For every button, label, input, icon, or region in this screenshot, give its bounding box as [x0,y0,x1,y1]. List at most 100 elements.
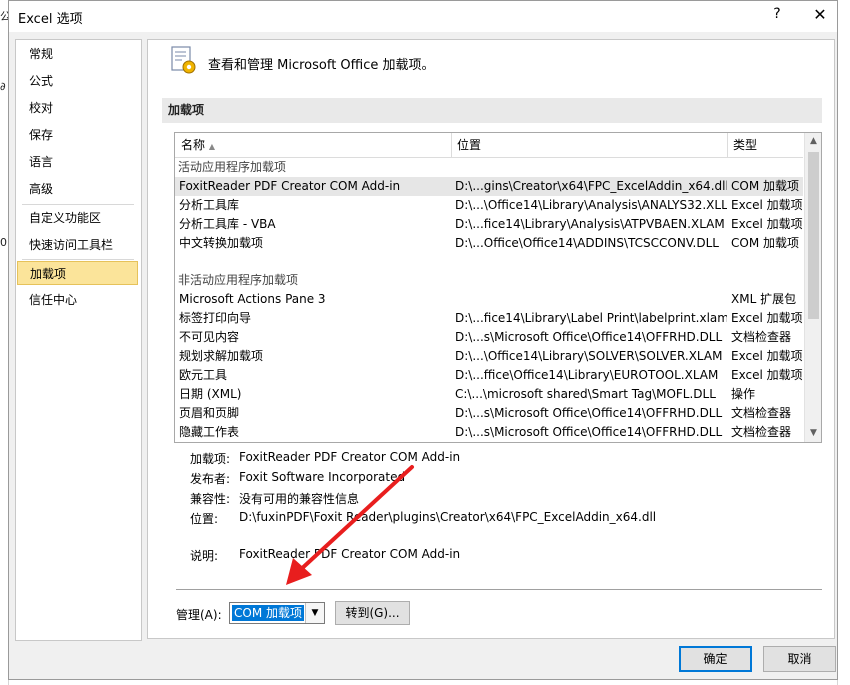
ok-button[interactable]: 确定 [679,646,752,672]
detail-publisher-label: 发布者: [190,472,231,486]
title-bar: Excel 选项 ? ✕ [9,1,837,32]
scroll-down-icon[interactable]: ▼ [805,425,821,442]
detail-publisher-value: Foxit Software Incorporated [239,470,406,484]
column-divider[interactable] [727,133,728,157]
addin-location: D:\...fice14\Library\Label Print\labelpr… [455,311,727,325]
dialog-title: Excel 选项 [18,12,83,27]
addin-name: 隐藏工作表 [179,425,240,439]
nav-item-language[interactable]: 语言 [17,150,138,174]
nav-item-formulas[interactable]: 公式 [17,69,138,93]
addins-gear-icon [171,46,196,74]
group-inactive-addins: 非活动应用程序加载项 [178,273,299,287]
addin-name: 页眉和页脚 [179,406,240,420]
table-row[interactable]: 分析工具库 D:\...\Office14\Library\Analysis\A… [175,196,803,215]
nav-item-addins[interactable]: 加载项 [17,261,138,285]
addin-type: 文档检查器 [731,330,792,344]
detail-compat-label: 兼容性: [190,492,231,506]
nav-divider [22,204,134,205]
scroll-thumb[interactable] [808,152,819,319]
scroll-up-icon[interactable]: ▲ [805,133,821,150]
addin-type: 操作 [731,387,756,401]
help-button[interactable]: ? [767,6,787,26]
addin-type: 文档检查器 [731,425,792,439]
column-type-header[interactable]: 类型 [733,133,757,157]
detail-location-value: D:\fuxinPDF\Foxit Reader\plugins\Creator… [239,510,657,524]
manage-label: 管理(A): [176,608,222,622]
background-sheet-right [837,0,850,685]
addin-name: 标签打印向导 [179,311,252,325]
addin-location: C:\...\microsoft shared\Smart Tag\MOFL.D… [455,387,716,401]
nav-item-proofing[interactable]: 校对 [17,96,138,120]
cancel-button[interactable]: 取消 [763,646,836,672]
addin-location: D:\...ffice\Office14\Library\EUROTOOL.XL… [455,368,719,382]
nav-item-general[interactable]: 常规 [17,42,138,66]
detail-addin-value: FoxitReader PDF Creator COM Add-in [239,450,461,464]
group-active-addins: 活动应用程序加载项 [178,160,287,174]
go-button[interactable]: 转到(G)... [335,601,410,625]
table-row[interactable]: 欧元工具 D:\...ffice\Office14\Library\EUROTO… [175,366,803,385]
addin-name: 不可见内容 [179,330,240,344]
nav-item-trust-center[interactable]: 信任中心 [17,288,138,312]
background-fragment: ∂ [0,80,6,93]
addin-location: D:\...gins\Creator\x64\FPC_ExcelAddin_x6… [455,179,727,193]
addin-type: XML 扩展包 [731,292,797,306]
addin-type: 文档检查器 [731,406,792,420]
close-button[interactable]: ✕ [809,5,831,27]
chevron-down-icon[interactable]: ▼ [305,603,324,623]
table-row[interactable]: 隐藏工作表 D:\...s\Microsoft Office\Office14\… [175,423,803,442]
addins-panel: 查看和管理 Microsoft Office 加载项。 加载项 名称 ▲ 位置 … [147,39,835,639]
table-row[interactable]: 标签打印向导 D:\...fice14\Library\Label Print\… [175,309,803,328]
nav-item-customize-ribbon[interactable]: 自定义功能区 [17,206,138,230]
detail-desc-label: 说明: [190,549,219,563]
addin-name: 规划求解加载项 [179,349,264,363]
addins-list[interactable]: 名称 ▲ 位置 类型 活动应用程序加载项 FoxitReader PDF Cre… [174,132,822,443]
addin-name: Microsoft Actions Pane 3 [179,292,326,306]
table-row[interactable]: 分析工具库 - VBA D:\...fice14\Library\Analysi… [175,215,803,234]
section-title: 加载项 [162,98,822,123]
table-row[interactable]: 中文转换加载项 D:\...Office\Office14\ADDINS\TCS… [175,234,803,253]
table-row[interactable]: 规划求解加载项 D:\...\Office14\Library\SOLVER\S… [175,347,803,366]
column-name-header[interactable]: 名称 ▲ [181,133,215,157]
addin-location: D:\...Office\Office14\ADDINS\TCSCCONV.DL… [455,236,719,250]
addin-type: Excel 加载项 [731,311,803,325]
table-row[interactable]: 页眉和页脚 D:\...s\Microsoft Office\Office14\… [175,404,803,423]
addin-name: 分析工具库 - VBA [179,217,276,231]
addin-location: D:\...fice14\Library\Analysis\ATPVBAEN.X… [455,217,725,231]
nav-item-advanced[interactable]: 高级 [17,177,138,201]
addin-type: Excel 加载项 [731,368,803,382]
nav-divider [22,259,134,260]
addin-location: D:\...\Office14\Library\SOLVER\SOLVER.XL… [455,349,723,363]
nav-item-quick-access-toolbar[interactable]: 快速访问工具栏 [17,233,138,257]
list-header: 名称 ▲ 位置 类型 [175,133,803,158]
addin-type: COM 加载项 [731,179,799,193]
column-divider[interactable] [451,133,452,157]
addin-type: Excel 加载项 [731,217,803,231]
addin-name: 中文转换加载项 [179,236,264,250]
excel-options-dialog: Excel 选项 ? ✕ 常规 公式 校对 保存 语言 高级 自定义功能区 快速… [8,0,838,680]
addin-name: 日期 (XML) [179,387,242,401]
column-location-header[interactable]: 位置 [457,133,481,157]
addin-type: COM 加载项 [731,236,799,250]
addin-location: D:\...s\Microsoft Office\Office14\OFFRHD… [455,425,723,439]
manage-dropdown-value: COM 加载项 [232,605,304,621]
list-scrollbar[interactable]: ▲ ▼ [804,133,821,442]
detail-location-label: 位置: [190,512,219,526]
table-row[interactable]: 日期 (XML) C:\...\microsoft shared\Smart T… [175,385,803,404]
nav-item-save[interactable]: 保存 [17,123,138,147]
options-nav: 常规 公式 校对 保存 语言 高级 自定义功能区 快速访问工具栏 加载项 信任中… [15,39,142,641]
addin-location: D:\...\Office14\Library\Analysis\ANALYS3… [455,198,727,212]
detail-desc-value: FoxitReader PDF Creator COM Add-in [239,547,461,561]
addin-name: 分析工具库 [179,198,240,212]
table-row[interactable]: FoxitReader PDF Creator COM Add-in D:\..… [175,177,803,196]
addin-name: 欧元工具 [179,368,228,382]
addin-location: D:\...s\Microsoft Office\Office14\OFFRHD… [455,330,723,344]
detail-addin-label: 加载项: [190,452,231,466]
manage-dropdown[interactable]: COM 加载项 ▼ [229,602,325,624]
divider [176,589,822,590]
addin-location: D:\...s\Microsoft Office\Office14\OFFRHD… [455,406,723,420]
addin-type: Excel 加载项 [731,198,803,212]
table-row[interactable]: 不可见内容 D:\...s\Microsoft Office\Office14\… [175,328,803,347]
detail-compat-value: 没有可用的兼容性信息 [239,492,360,506]
table-row[interactable]: Microsoft Actions Pane 3 XML 扩展包 [175,290,803,309]
addin-name: FoxitReader PDF Creator COM Add-in [179,179,401,193]
